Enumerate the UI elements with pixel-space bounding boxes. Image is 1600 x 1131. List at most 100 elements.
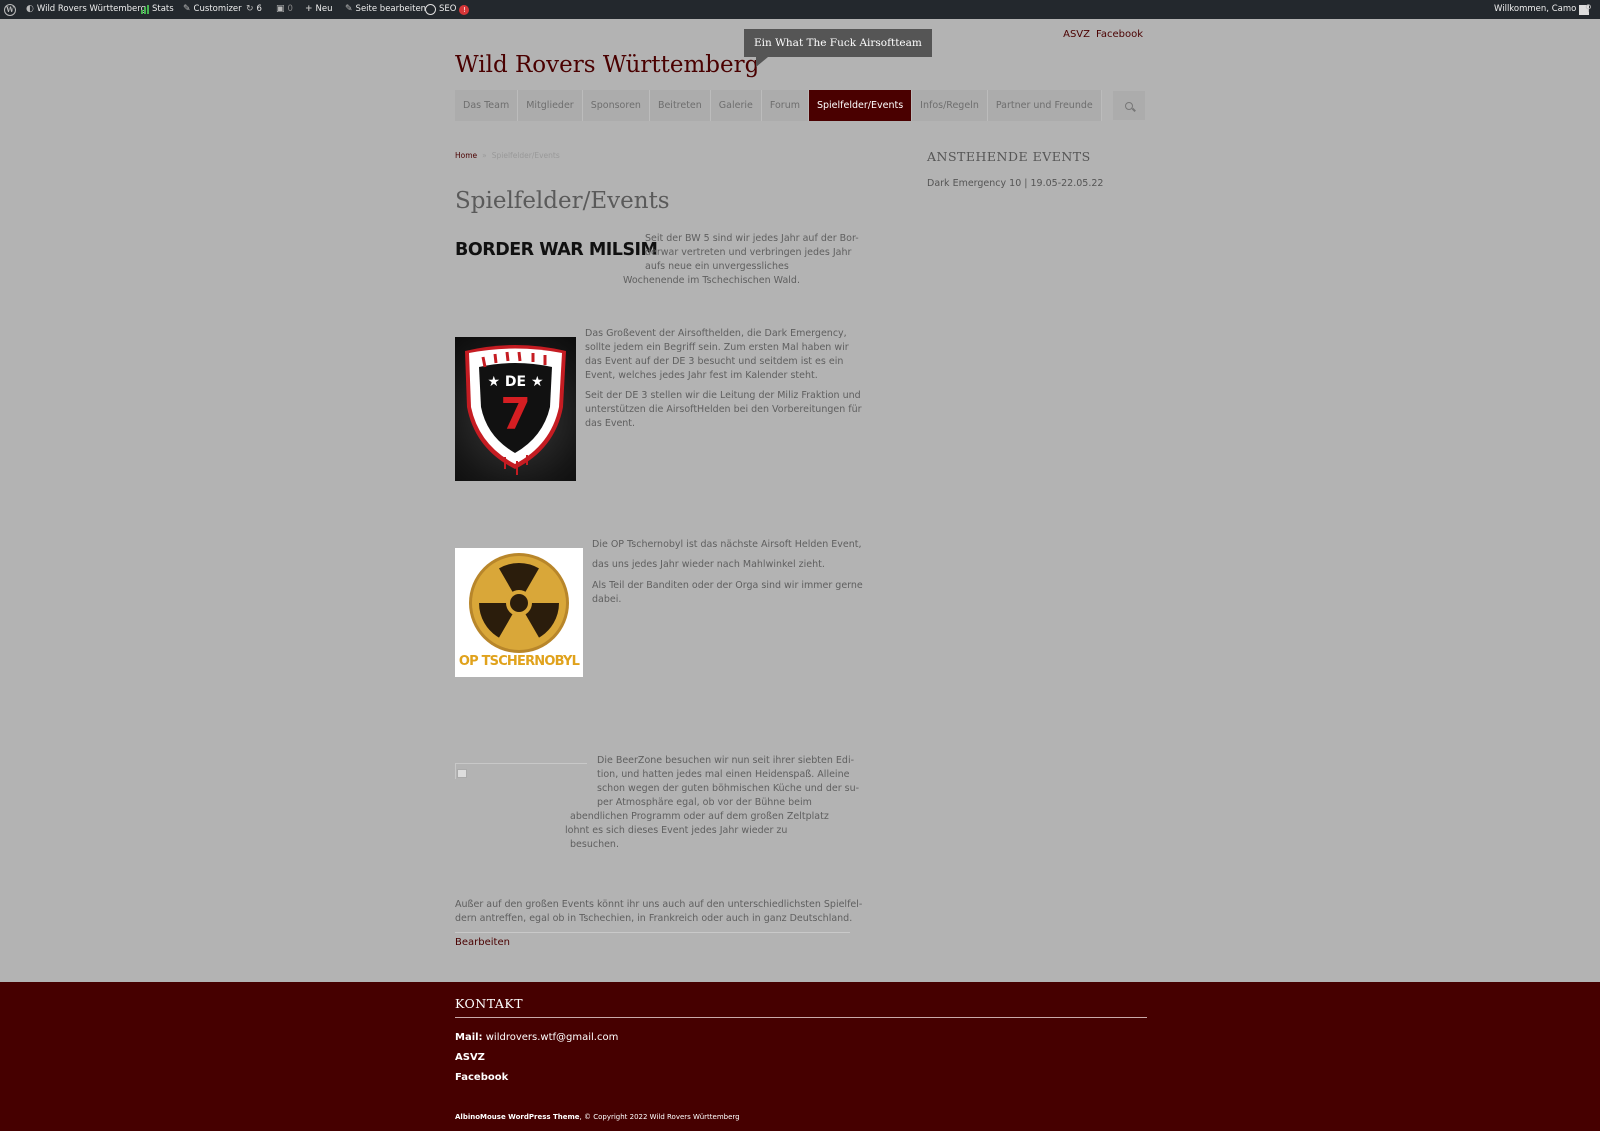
copyright: AlbinoMouse WordPress Theme, © Copyright…: [455, 1113, 740, 1121]
top-link-asvz[interactable]: ASVZ: [1063, 29, 1090, 40]
plus-icon: +: [305, 4, 313, 14]
admin-welcome: Willkommen, Camo: [1494, 4, 1577, 14]
admin-comments-link[interactable]: ▣ 0: [276, 0, 293, 19]
bw-line-2: derwar vertreten und verbringen jedes Ja…: [645, 247, 852, 258]
refresh-icon: ↻: [246, 4, 254, 14]
bw-line-4: Wochenende im Tschechischen Wald.: [623, 275, 800, 286]
beer-line-5: abendlichen Programm oder auf dem großen…: [570, 811, 829, 822]
nav-item-beitreten[interactable]: Beitreten: [649, 90, 711, 121]
top-links: ASVZ Facebook: [1063, 29, 1143, 40]
nav-item-partner-und-freunde[interactable]: Partner und Freunde: [987, 90, 1102, 121]
admin-edit-page-label: Seite bearbeiten: [355, 4, 427, 14]
outro-line-2: dern antreffen, egal ob in Tschechien, i…: [455, 913, 853, 924]
border-war-logo: BORDER WAR MILSIM: [455, 240, 658, 260]
site-tagline: Ein What The Fuck Airsoftteam: [744, 29, 932, 57]
admin-comments-count: 0: [287, 4, 293, 14]
op-tschernobyl-logo: OP TSCHERNOBYL: [455, 548, 583, 677]
de-line-6: unterstützen die AirsoftHelden bei den V…: [585, 404, 862, 415]
footer-facebook-link[interactable]: Facebook: [455, 1072, 508, 1083]
search-button[interactable]: [1113, 91, 1145, 120]
shield-number: 7: [500, 389, 531, 440]
outro-line-1: Außer auf den großen Events könnt ihr un…: [455, 899, 863, 910]
beer-line-2: tion, und hatten jedes mal einen Heidens…: [597, 769, 850, 780]
de-line-2: sollte jedem ein Begriff sein. Zum erste…: [585, 342, 849, 353]
dashboard-icon: ◐: [26, 4, 34, 14]
op-line-3: Als Teil der Banditen oder der Orga sind…: [592, 580, 863, 591]
admin-site-name-link[interactable]: ◐ Wild Rovers Württemberg: [26, 0, 146, 19]
tagline-pointer: [756, 57, 768, 67]
page-title: Spielfelder/Events: [455, 188, 670, 214]
admin-site-name: Wild Rovers Württemberg: [36, 4, 147, 14]
beerzone-image-broken: [455, 763, 587, 779]
breadcrumb-separator: »: [482, 151, 487, 160]
admin-updates-count: 6: [256, 4, 262, 14]
footer-asvz-link[interactable]: ASVZ: [455, 1052, 485, 1063]
nav-item-galerie[interactable]: Galerie: [710, 90, 762, 121]
edit-link[interactable]: Bearbeiten: [455, 937, 510, 948]
admin-seo-link[interactable]: SEO !: [425, 0, 470, 19]
nav-item-mitglieder[interactable]: Mitglieder: [518, 90, 583, 121]
wordpress-icon: W: [4, 3, 16, 16]
theme-link[interactable]: AlbinoMouse WordPress Theme: [455, 1113, 580, 1121]
copyright-text: , © Copyright 2022 Wild Rovers Württembe…: [579, 1113, 740, 1121]
op-line-2: das uns jedes Jahr wieder nach Mahlwinke…: [592, 559, 825, 570]
footer-mail-label: Mail:: [455, 1032, 483, 1043]
beer-line-4: per Atmosphäre egal, ob vor der Bühne be…: [597, 797, 812, 808]
comment-icon: ▣: [276, 4, 285, 14]
breadcrumb-home[interactable]: Home: [455, 151, 477, 160]
broken-image-icon: [457, 769, 467, 778]
nav-item-das-team[interactable]: Das Team: [455, 90, 519, 121]
op-line-1: Die OP Tschernobyl ist das nächste Airso…: [592, 539, 862, 550]
breadcrumb-current: Spielfelder/Events: [491, 151, 560, 160]
admin-account-link[interactable]: Willkommen, Camo: [1494, 0, 1590, 19]
admin-seo-label: SEO: [439, 4, 457, 14]
site-title[interactable]: Wild Rovers Württemberg: [455, 52, 759, 78]
stats-icon: [141, 5, 149, 14]
de-line-3: das Event auf der DE 3 besucht und seitd…: [585, 356, 844, 367]
beer-line-3: schon wegen der guten böhmischen Küche u…: [597, 783, 860, 794]
footer-mail: Mail: wildrovers.wtf@gmail.com: [455, 1032, 618, 1043]
admin-customizer-link[interactable]: ✎ Customizer: [183, 0, 242, 19]
footer-title: KONTAKT: [455, 996, 524, 1011]
shield-top-text: DE: [504, 374, 527, 390]
admin-updates-link[interactable]: ↻ 6: [246, 0, 262, 19]
admin-customizer-label: Customizer: [193, 4, 242, 14]
footer: KONTAKT Mail: wildrovers.wtf@gmail.com A…: [0, 982, 1600, 1131]
admin-search-button[interactable]: ⚲: [1585, 0, 1592, 19]
breadcrumb: Home » Spielfelder/Events: [455, 151, 560, 160]
wordpress-logo-button[interactable]: W: [4, 0, 16, 19]
admin-bar: W ◐ Wild Rovers Württemberg Stats ✎ Cust…: [0, 0, 1600, 19]
pencil-icon: ✎: [345, 4, 353, 14]
content-divider: [455, 932, 850, 933]
nav-item-forum[interactable]: Forum: [761, 90, 809, 121]
admin-edit-page-link[interactable]: ✎ Seite bearbeiten: [345, 0, 426, 19]
dark-emergency-logo: ★ DE ★ 7: [455, 337, 576, 481]
top-link-facebook[interactable]: Facebook: [1096, 29, 1143, 40]
nav-item-infos-regeln[interactable]: Infos/Regeln: [912, 90, 988, 121]
beer-line-6: lohnt es sich dieses Event jedes Jahr wi…: [565, 825, 788, 836]
main-nav: Das Team Mitglieder Sponsoren Beitreten …: [455, 90, 1102, 121]
sidebar-widget-title: ANSTEHENDE EVENTS: [927, 149, 1091, 164]
nav-item-sponsoren[interactable]: Sponsoren: [582, 90, 650, 121]
de-line-4: Event, welches jedes Jahr fest im Kalend…: [585, 370, 818, 381]
brush-icon: ✎: [183, 4, 191, 14]
bw-line-1: Seit der BW 5 sind wir jedes Jahr auf de…: [645, 233, 859, 244]
de-line-1: Das Großevent der Airsofthelden, die Dar…: [585, 328, 847, 339]
op-logo-text: OP TSCHERNOBYL: [458, 654, 580, 669]
nav-item-spielfelder-events[interactable]: Spielfelder/Events: [808, 90, 913, 121]
de-line-5: Seit der DE 3 stellen wir die Leitung de…: [585, 390, 861, 401]
admin-new-label: Neu: [315, 4, 333, 14]
footer-mail-link[interactable]: wildrovers.wtf@gmail.com: [486, 1032, 619, 1043]
admin-stats-label: Stats: [152, 4, 174, 14]
beer-line-1: Die BeerZone besuchen wir nun seit ihrer…: [597, 755, 855, 766]
sidebar-event-item[interactable]: Dark Emergency 10 | 19.05-22.05.22: [927, 178, 1103, 189]
admin-new-link[interactable]: + Neu: [305, 0, 333, 19]
seo-alert-badge: !: [459, 4, 470, 15]
admin-stats-link[interactable]: Stats: [141, 0, 174, 19]
op-line-4: dabei.: [592, 594, 622, 605]
shield-label-de: ★ DE ★: [487, 374, 544, 390]
bw-line-3: aufs neue ein unvergessliches: [645, 261, 789, 272]
footer-divider: [455, 1017, 1147, 1018]
seo-icon: [425, 4, 436, 15]
beer-line-7: besuchen.: [570, 839, 619, 850]
